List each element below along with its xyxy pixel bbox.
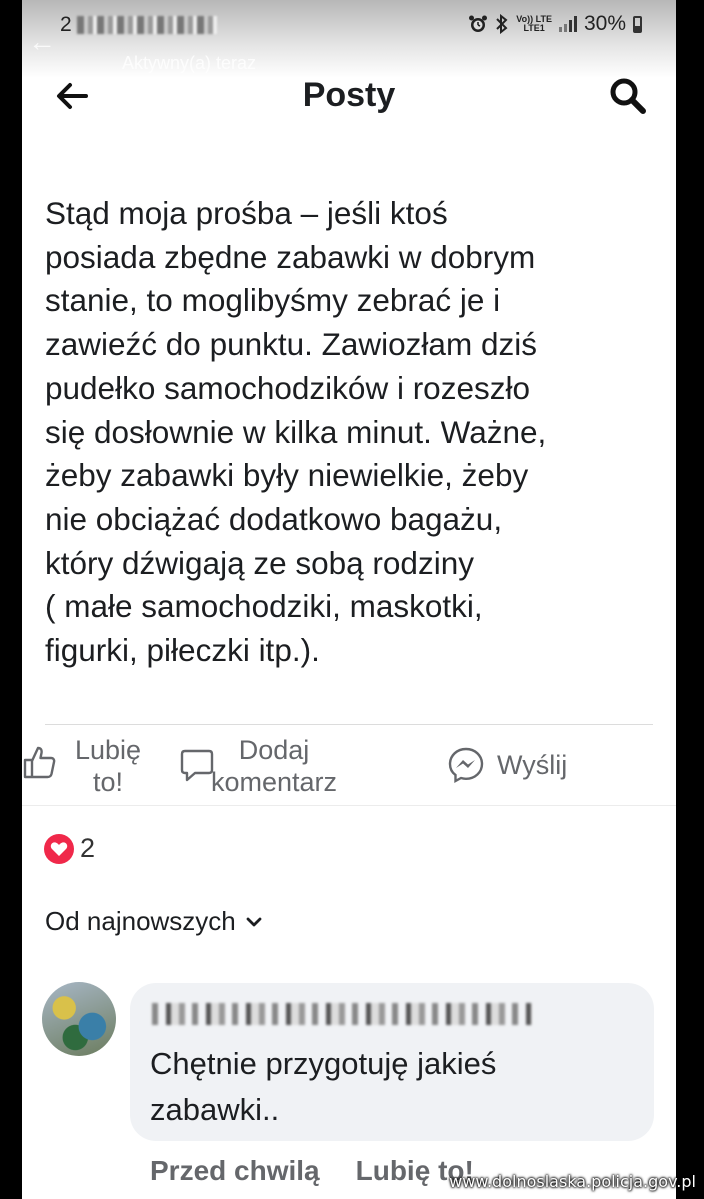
thumbs-up-icon — [23, 746, 56, 779]
network-indicator: Vo)) LTE LTE1 — [516, 15, 552, 33]
blurred-commenter-name[interactable] — [152, 1003, 532, 1025]
lte-label: LTE1 — [523, 23, 545, 33]
post-line: się dosłownie w kilka minut. Ważne, — [45, 413, 547, 450]
comment-label-line: Dodaj — [238, 735, 310, 765]
like-label-line: to! — [92, 767, 124, 797]
comment-line: Chętnie przygotuję jakieś — [150, 1046, 497, 1081]
post-line: figurki, piłeczki itp.). — [45, 632, 320, 669]
reaction-count: 2 — [80, 833, 96, 863]
battery-percent: 30% — [583, 12, 626, 35]
reactions-summary[interactable]: 2 — [44, 833, 95, 864]
send-label: Wyślij — [497, 750, 568, 780]
post-line: ( małe samochodziki, maskotki, — [45, 588, 483, 625]
like-label-line: Lubię — [74, 735, 142, 765]
app-header: Posty — [22, 70, 676, 126]
status-icons: Vo)) LTE LTE1 30% — [468, 12, 642, 36]
comment-bubble: Chętnie przygotuję jakieś zabawki.. — [130, 983, 654, 1141]
chevron-down-icon — [246, 917, 262, 926]
battery-icon — [633, 15, 642, 33]
bluetooth-icon — [496, 14, 508, 34]
comment-text: Chętnie przygotuję jakieś zabawki.. — [150, 1041, 496, 1133]
post-line: Stąd moja prośba – jeśli ktoś — [45, 195, 448, 231]
search-icon[interactable] — [608, 76, 648, 116]
status-time-text: 2 — [60, 13, 73, 36]
heart-icon — [44, 833, 74, 864]
post-line: nie obciążać dodatkowo bagażu, — [45, 500, 503, 537]
comment-time: Przed chwilą — [150, 1155, 320, 1186]
sort-dropdown[interactable]: Od najnowszych — [45, 906, 262, 937]
like-label: Lubię to! — [68, 734, 148, 798]
post-line: zawieźć do punktu. Zawiozłam dziś — [45, 326, 537, 363]
post-line: który dźwigają ze sobą rodziny — [45, 544, 474, 581]
post-line: pudełko samochodzików i rozeszło — [45, 369, 530, 406]
comment-label-line: komentarz — [210, 767, 338, 797]
page-title: Posty — [302, 76, 396, 114]
watermark: www.dolnoslaska.policja.gov.pl — [449, 1172, 696, 1191]
screen: 2 ← Aktywny(a) teraz Vo)) LTE LTE1 30% P… — [22, 0, 676, 1199]
post-text: Stąd moja prośba – jeśli ktoś posiada zb… — [45, 192, 655, 673]
comment-label: Dodaj komentarz — [189, 734, 359, 798]
blurred-status-text — [76, 16, 217, 35]
comment-line: zabawki.. — [150, 1092, 280, 1127]
divider — [45, 724, 653, 725]
post-line: posiada zbędne zabawki w dobrym — [45, 238, 536, 275]
status-time: 2 — [60, 13, 217, 37]
sort-label: Od najnowszych — [45, 906, 236, 936]
post-line: żeby zabawki były niewielkie, żeby — [45, 457, 529, 494]
post-line: stanie, to moglibyśmy zebrać je i — [45, 282, 501, 319]
status-bar: 2 ← Aktywny(a) teraz Vo)) LTE LTE1 30% — [22, 0, 676, 78]
signal-icon — [558, 16, 577, 32]
background-back-arrow-icon: ← — [28, 26, 56, 57]
avatar[interactable] — [42, 982, 116, 1056]
alarm-icon — [469, 15, 488, 32]
messenger-icon — [448, 747, 484, 784]
post-actions: Lubię to! Dodaj komentarz Wyślij — [22, 734, 676, 804]
comment-footer: Przed chwilą Lubię to! — [150, 1155, 474, 1187]
divider — [22, 805, 676, 806]
